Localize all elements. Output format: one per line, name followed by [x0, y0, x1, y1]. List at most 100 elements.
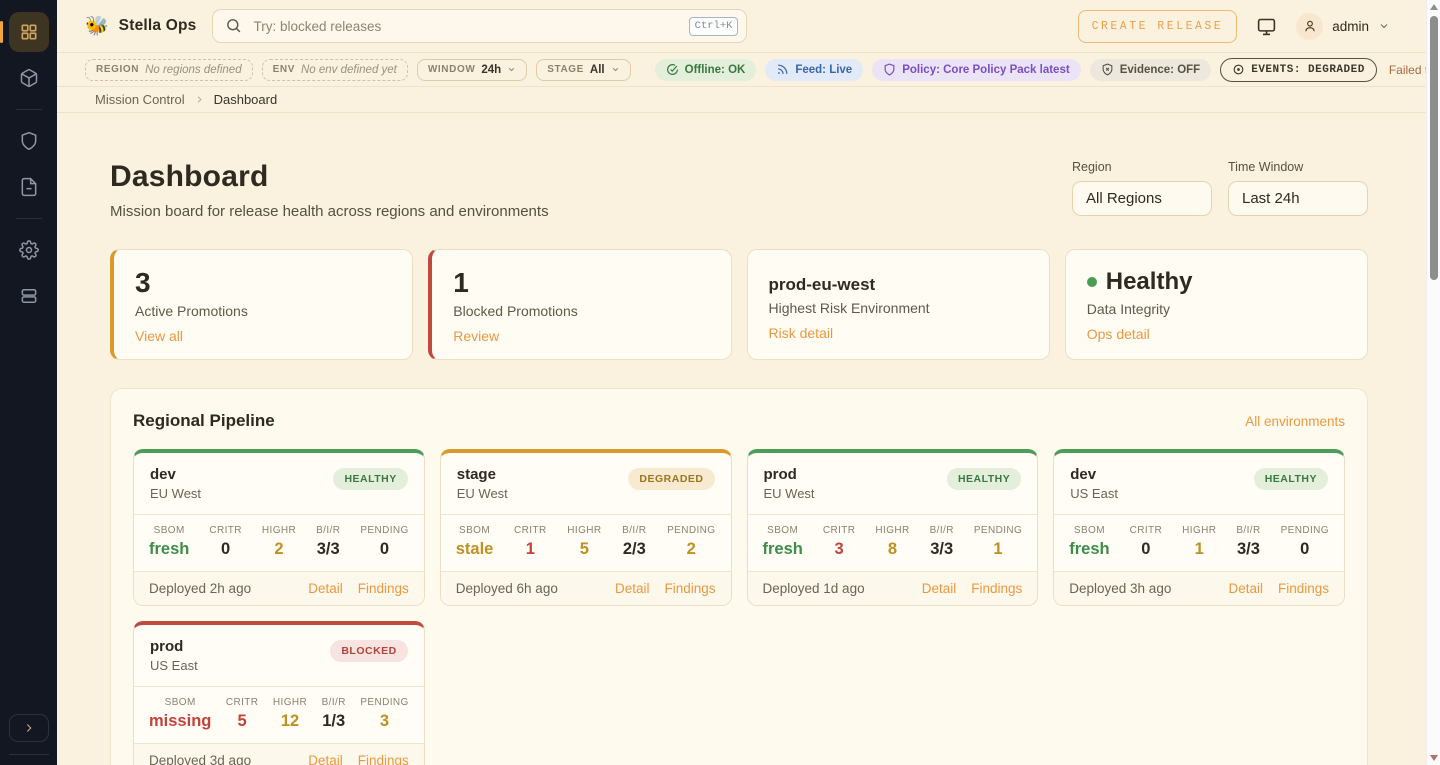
sidebar-expand-button[interactable]	[9, 714, 49, 742]
stat-value: 1	[993, 540, 1002, 559]
sidebar-item-infrastructure[interactable]	[9, 276, 49, 316]
stat-label: CRITR	[823, 525, 856, 536]
chevron-right-icon	[22, 721, 36, 735]
shield-icon	[19, 131, 39, 151]
monitor-icon[interactable]	[1256, 16, 1277, 37]
view-all-link[interactable]: View all	[135, 328, 183, 344]
stat-value: 0	[1141, 540, 1150, 559]
environment-card-dev-eu-west: dev EU West HEALTHY SBOMfresh CRITR0 HIG…	[133, 449, 425, 606]
findings-link[interactable]: Findings	[358, 581, 409, 596]
deployed-time: Deployed 6h ago	[456, 581, 558, 596]
search-input[interactable]	[212, 9, 747, 43]
scrollbar-thumb[interactable]	[1430, 16, 1438, 280]
active-promotions-label: Active Promotions	[135, 303, 391, 319]
stat-value: 3/3	[930, 540, 953, 559]
sidebar-item-dashboard[interactable]	[9, 12, 49, 52]
breadcrumb-current: Dashboard	[214, 92, 278, 107]
stat-label: B/I/R	[930, 525, 954, 536]
create-release-button[interactable]: CREATE RELEASE	[1078, 10, 1238, 43]
review-link[interactable]: Review	[453, 328, 499, 344]
user-menu[interactable]: admin	[1296, 13, 1390, 40]
stat-value: stale	[456, 540, 494, 559]
app-name: Stella Ops	[119, 17, 197, 35]
scroll-down-arrow[interactable]	[1430, 755, 1438, 761]
region-select[interactable]: All Regions	[1072, 181, 1212, 216]
events-status-pill[interactable]: EVENTS: DEGRADED	[1220, 58, 1377, 82]
deployed-time: Deployed 3h ago	[1069, 581, 1171, 596]
server-icon	[19, 286, 39, 306]
breadcrumb-mission-control[interactable]: Mission Control	[95, 92, 185, 107]
detail-link[interactable]: Detail	[308, 581, 343, 596]
stat-value: fresh	[149, 540, 189, 559]
package-icon	[19, 68, 39, 88]
vertical-scrollbar	[1426, 0, 1440, 765]
findings-link[interactable]: Findings	[971, 581, 1022, 596]
chevron-down-icon	[611, 65, 620, 74]
stat-label: B/I/R	[1236, 525, 1260, 536]
keyboard-shortcut-hint: Ctrl+K	[689, 17, 739, 36]
target-icon	[1232, 63, 1245, 76]
stat-label: CRITR	[226, 697, 259, 708]
rss-icon	[776, 63, 789, 76]
findings-link[interactable]: Findings	[358, 753, 409, 765]
stat-label: PENDING	[974, 525, 1022, 536]
detail-link[interactable]: Detail	[308, 753, 343, 765]
context-bar: REGION No regions defined ENV No env def…	[57, 52, 1440, 87]
sidebar-item-security[interactable]	[9, 121, 49, 161]
stat-label: SBOM	[1074, 525, 1105, 536]
panel-title: Regional Pipeline	[133, 411, 275, 431]
detail-link[interactable]: Detail	[1228, 581, 1263, 596]
stage-filter-chip[interactable]: STAGE All	[536, 59, 630, 81]
events-status-text: EVENTS: DEGRADED	[1251, 64, 1365, 76]
stat-label: CRITR	[209, 525, 242, 536]
summary-cards: 3 Active Promotions View all 1 Blocked P…	[110, 249, 1368, 360]
deployed-time: Deployed 2h ago	[149, 581, 251, 596]
findings-link[interactable]: Findings	[1278, 581, 1329, 596]
time-window-select[interactable]: Last 24h	[1228, 181, 1368, 216]
stat-value: 3/3	[1237, 540, 1260, 559]
stat-value: 1	[526, 540, 535, 559]
breadcrumb: Mission Control Dashboard	[57, 87, 1440, 113]
data-integrity-value-row: Healthy	[1087, 267, 1346, 297]
blocked-promotions-value: 1	[453, 267, 709, 299]
window-filter-chip[interactable]: WINDOW 24h	[417, 59, 527, 81]
environment-card-stage-eu-west: stage EU West DEGRADED SBOMstale CRITR1 …	[440, 449, 732, 606]
sidebar-item-releases[interactable]	[9, 58, 49, 98]
stat-value: 1	[1195, 540, 1204, 559]
stat-value: 5	[580, 540, 589, 559]
environment-region: US East	[150, 658, 198, 673]
env-chip-label: ENV	[273, 64, 295, 75]
page-title: Dashboard	[110, 160, 549, 194]
ops-detail-link[interactable]: Ops detail	[1087, 326, 1150, 342]
scroll-up-arrow[interactable]	[1430, 4, 1438, 10]
stat-value: 2	[274, 540, 283, 559]
stat-label: HIGHR	[875, 525, 909, 536]
stat-label: HIGHR	[273, 697, 307, 708]
status-badge: BLOCKED	[330, 640, 407, 662]
environment-name: stage	[457, 465, 508, 484]
chevron-down-icon	[1378, 20, 1390, 32]
sidebar-item-documents[interactable]	[9, 167, 49, 207]
sidebar-item-settings[interactable]	[9, 230, 49, 270]
stat-label: HIGHR	[1182, 525, 1216, 536]
document-icon	[19, 177, 39, 197]
all-environments-link[interactable]: All environments	[1245, 414, 1345, 429]
status-badge: HEALTHY	[333, 468, 407, 490]
region-select-label: Region	[1072, 160, 1212, 174]
stat-label: B/I/R	[316, 525, 340, 536]
evidence-status-text: Evidence: OFF	[1120, 64, 1201, 76]
stat-label: SBOM	[165, 697, 196, 708]
findings-link[interactable]: Findings	[664, 581, 715, 596]
sidebar-divider	[16, 218, 42, 219]
detail-link[interactable]: Detail	[922, 581, 957, 596]
policy-status-pill: Policy: Core Policy Pack latest	[872, 59, 1080, 81]
environment-name: prod	[764, 465, 815, 484]
active-promotions-card: 3 Active Promotions View all	[110, 249, 413, 360]
environment-region: EU West	[457, 486, 508, 501]
detail-link[interactable]: Detail	[615, 581, 650, 596]
risk-detail-link[interactable]: Risk detail	[769, 325, 834, 341]
region-context-chip: REGION No regions defined	[85, 59, 253, 81]
environment-region: EU West	[764, 486, 815, 501]
status-badge: DEGRADED	[628, 468, 714, 490]
data-integrity-label: Data Integrity	[1087, 301, 1346, 317]
